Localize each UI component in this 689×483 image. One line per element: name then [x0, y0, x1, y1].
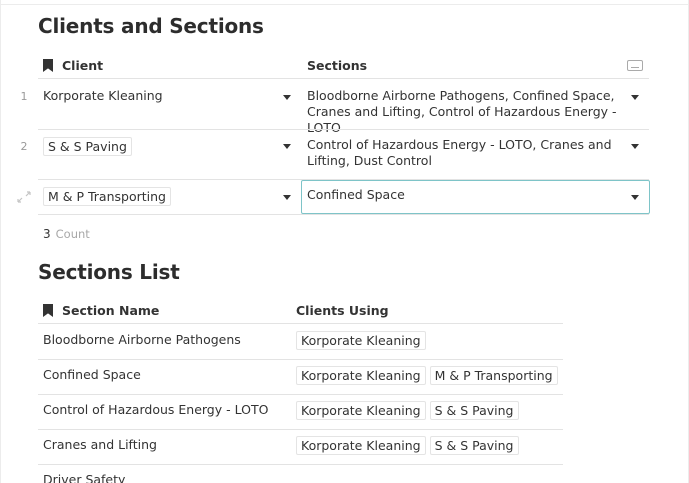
row-divider — [38, 394, 563, 395]
client-chip: S & S Paving — [43, 137, 132, 156]
sections-table-title: Sections List — [38, 260, 180, 284]
column-header-section-name[interactable]: Section Name — [43, 303, 159, 318]
chevron-down-icon[interactable] — [631, 95, 639, 100]
clients-using-cell[interactable]: Korporate Kleaning M & P Transporting — [296, 366, 562, 385]
row-divider — [38, 129, 649, 130]
clients-using-cell[interactable]: Korporate Kleaning S & S Paving — [296, 436, 523, 455]
chevron-down-icon[interactable] — [283, 144, 291, 149]
client-chip: S & S Paving — [429, 401, 519, 420]
section-name-cell[interactable]: Cranes and Lifting — [43, 437, 157, 453]
clients-using-cell[interactable]: Korporate Kleaning S & S Paving — [296, 401, 523, 420]
client-chip: Korporate Kleaning — [296, 401, 426, 420]
chevron-down-icon[interactable] — [283, 95, 291, 100]
bookmark-icon — [43, 304, 53, 317]
row-number: 2 — [20, 140, 28, 153]
client-chip: Korporate Kleaning — [296, 331, 426, 350]
section-name-cell[interactable]: Driver Safety — [43, 472, 125, 483]
chevron-down-icon[interactable] — [631, 144, 639, 149]
chevron-down-icon[interactable] — [631, 195, 639, 200]
clients-using-cell[interactable]: Korporate Kleaning — [296, 331, 430, 350]
row-count: 3 Count — [43, 227, 90, 241]
client-chip: M & P Transporting — [429, 366, 558, 385]
column-header-sections[interactable]: Sections — [307, 58, 367, 73]
column-header-sections-label: Sections — [307, 58, 368, 73]
clients-table-title: Clients and Sections — [38, 14, 264, 38]
bookmark-icon — [43, 59, 53, 72]
expand-icon[interactable] — [16, 190, 32, 204]
window-top-edge — [0, 0, 689, 5]
client-cell[interactable]: Korporate Kleaning — [43, 88, 163, 104]
sections-cell[interactable]: Control of Hazardous Energy - LOTO, Cran… — [307, 137, 619, 169]
client-chip: M & P Transporting — [43, 187, 171, 206]
section-name-cell[interactable]: Bloodborne Airborne Pathogens — [43, 332, 241, 348]
column-header-clients-using[interactable]: Clients Using — [296, 303, 389, 318]
column-header-section-name-label: Section Name — [62, 303, 160, 318]
column-header-clients-using-label: Clients Using — [296, 303, 389, 318]
row-divider — [38, 214, 649, 215]
row-divider — [38, 464, 563, 465]
client-chip: S & S Paving — [429, 436, 519, 455]
client-chip: Korporate Kleaning — [296, 436, 426, 455]
header-divider — [38, 323, 563, 324]
column-header-client[interactable]: Client — [43, 58, 103, 73]
client-cell[interactable]: M & P Transporting — [43, 187, 175, 206]
row-number: 1 — [20, 90, 28, 103]
header-divider — [38, 78, 649, 79]
sections-cell[interactable]: Confined Space — [307, 187, 405, 203]
row-count-value: 3 — [43, 227, 51, 241]
section-name-cell[interactable]: Confined Space — [43, 367, 141, 383]
row-divider — [38, 359, 563, 360]
client-cell[interactable]: S & S Paving — [43, 137, 136, 156]
keyboard-icon[interactable] — [627, 60, 643, 71]
row-count-label: Count — [55, 227, 90, 241]
row-divider — [38, 429, 563, 430]
chevron-down-icon[interactable] — [283, 195, 291, 200]
column-header-client-label: Client — [62, 58, 104, 73]
window-left-edge — [0, 0, 1, 483]
client-chip: Korporate Kleaning — [296, 366, 426, 385]
section-name-cell[interactable]: Control of Hazardous Energy - LOTO — [43, 402, 268, 418]
